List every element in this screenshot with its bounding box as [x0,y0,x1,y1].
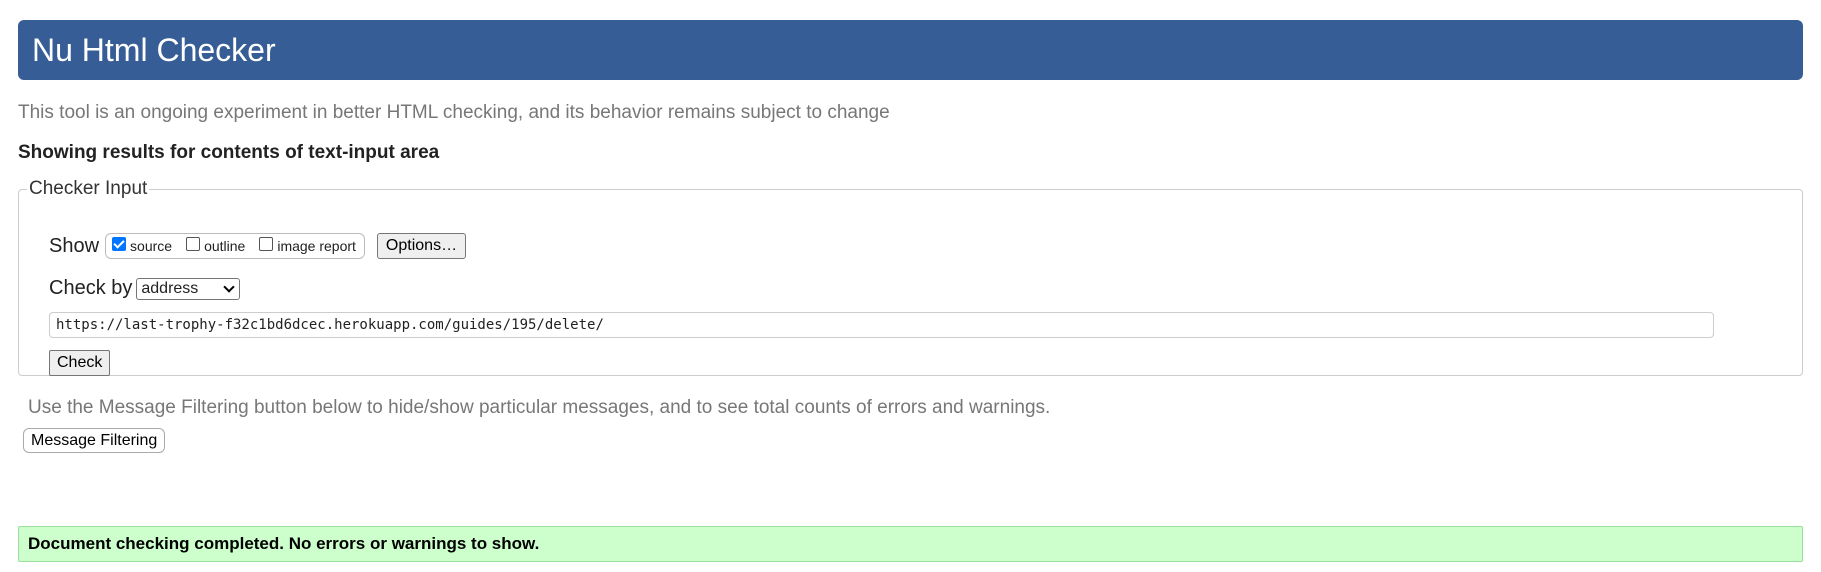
options-button[interactable]: Options… [376,233,467,259]
show-source-option[interactable]: source [112,237,173,254]
message-filtering-hint: Use the Message Filtering button below t… [28,397,1051,418]
show-row: Show source outline image report Options… [49,233,467,259]
results-heading: Showing results for contents of text-inp… [18,142,440,163]
check-by-label: Check by [49,277,133,299]
page: Nu Html Checker This tool is an ongoing … [0,0,1821,572]
url-input[interactable]: https://last-trophy-f32c1bd6dcec.herokua… [49,312,1714,338]
show-label: Show [49,234,100,257]
outline-label: outline [204,238,246,254]
image-report-label: image report [277,238,356,254]
checker-input-legend: Checker Input [29,178,148,199]
check-by-select[interactable]: address [136,277,241,300]
page-title: Nu Html Checker [32,31,276,68]
check-button[interactable]: Check [49,350,111,376]
outline-checkbox[interactable] [186,237,201,251]
checker-input-fieldset: Checker Input Show source outline image … [18,178,1803,376]
message-filtering-button[interactable]: Message Filtering [23,428,166,453]
result-success-message: Document checking completed. No errors o… [18,526,1803,562]
show-outline-option[interactable]: outline [186,237,246,254]
check-by-value: address [141,279,199,297]
source-label: source [130,238,173,254]
image-report-checkbox[interactable] [259,237,274,251]
show-options-group: source outline image report [105,233,365,259]
source-checkbox[interactable] [112,237,127,251]
intro-text: This tool is an ongoing experiment in be… [18,102,890,123]
show-image-report-option[interactable]: image report [259,237,356,254]
check-by-row: Check by address [49,277,241,300]
title-bar: Nu Html Checker [18,20,1803,80]
chevron-down-icon [223,283,235,295]
